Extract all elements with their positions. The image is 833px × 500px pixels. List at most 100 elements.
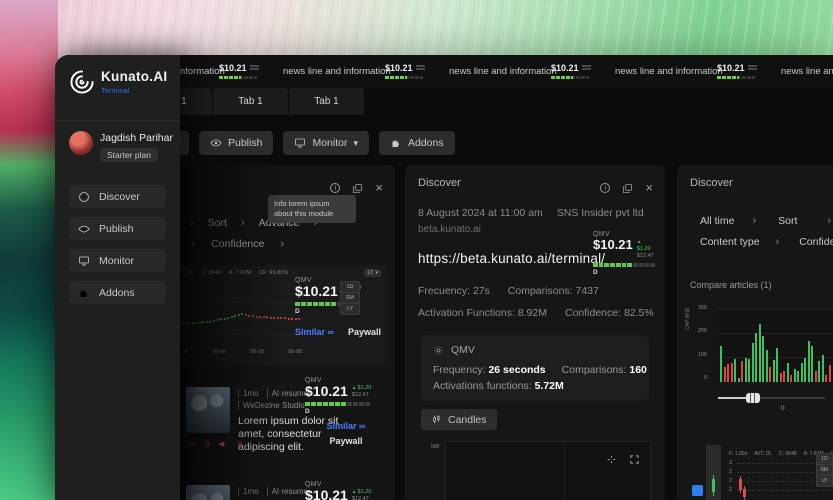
- sidebar-item-label: Discover: [99, 191, 140, 203]
- user-profile[interactable]: Jagdish Parihar Starter plan: [69, 131, 173, 163]
- qmv-progress-bar: [593, 263, 655, 267]
- article-thumbnail: [186, 485, 230, 500]
- addons-button[interactable]: Addons: [379, 131, 455, 155]
- sidebar-item-addons[interactable]: Addons: [69, 281, 166, 304]
- qmv-prev: $12.47: [352, 392, 371, 399]
- ticker-text: news line and information: [615, 66, 717, 77]
- sidebar-item-discover[interactable]: Discover: [69, 185, 166, 208]
- mini-y-tick: 2: [729, 478, 737, 484]
- qmv-unit: D: [305, 408, 387, 415]
- close-icon[interactable]: [375, 179, 383, 197]
- qmv-block: QMV $10.21 $1.20 $12.47: [305, 481, 387, 500]
- timeframe-menu: 1D 6M LY: [340, 281, 360, 315]
- metrics-row-2: Activation Functions: 8.92MConfidence: 8…: [418, 307, 654, 319]
- similar-link[interactable]: Similar: [327, 421, 366, 431]
- infinity-icon: [328, 327, 334, 337]
- x-axis-labels: 08-08 08-08 08-08 08-08: [174, 349, 302, 355]
- x-tick: 0: [781, 405, 785, 412]
- slider-handle[interactable]: [746, 393, 760, 403]
- screen: news line and information $10.21 news li…: [0, 0, 833, 500]
- mini-y-tick: 2: [729, 469, 737, 475]
- brand-name: Kunato.AI: [101, 69, 167, 84]
- candles-button[interactable]: Candles: [421, 409, 497, 430]
- brand-subtitle: Terminal: [101, 86, 167, 95]
- qmv-settings-card: QMV Frequency: 26 secondsComparisons: 16…: [421, 335, 649, 401]
- tab-3[interactable]: Tab 1: [289, 88, 364, 115]
- timeframe-option[interactable]: LY: [817, 476, 832, 486]
- mini-y-tick: 2: [729, 487, 737, 493]
- freq-value: 26 seconds: [488, 364, 545, 376]
- similar-link[interactable]: Similar: [295, 327, 334, 337]
- tab-2[interactable]: Tab 1: [213, 88, 288, 115]
- sidebar: Kunato.AI Terminal Jagdish Parihar Start…: [55, 55, 180, 500]
- paywall-link[interactable]: Paywall: [329, 436, 362, 446]
- popout-icon[interactable]: [622, 183, 633, 194]
- slider-track-active: [718, 397, 748, 399]
- panel-discover-detail: Discover 8 August 2024 at 11:00 amSNS In…: [405, 165, 665, 500]
- timeframe-option[interactable]: LY: [341, 304, 359, 314]
- red-candle: [739, 479, 742, 490]
- qmv-change: $1.20: [352, 489, 371, 496]
- info-icon[interactable]: [600, 183, 610, 193]
- info-icon[interactable]: [330, 183, 340, 193]
- chevron-right-icon: [280, 238, 284, 250]
- bar-series: [720, 309, 833, 382]
- gauge-icon[interactable]: [186, 439, 196, 449]
- user-name: Jagdish Parihar: [100, 132, 173, 144]
- timeframe-option[interactable]: 6M: [817, 465, 832, 476]
- y-tick: 300: [691, 305, 707, 311]
- filter-confidence[interactable]: Confidence: [799, 236, 833, 248]
- chevron-down-icon: [353, 138, 358, 149]
- ticker-item: news line and information $10.21: [615, 64, 759, 79]
- mini-candle-chart: F: 1.00s AVT: DL C: 9648 A: 7.87M CF: 2 …: [729, 445, 833, 500]
- timeframe-option[interactable]: 1D: [341, 282, 359, 293]
- ticker-text: news line and information: [781, 66, 833, 77]
- article-card[interactable]: 1mo AI resume QMV $10.21 $1.20 $12.47: [186, 477, 387, 500]
- mini-timeframe-menu: 1D 6M LY: [816, 453, 833, 487]
- ticker-item: news line and information $10.21: [283, 64, 427, 79]
- article-card[interactable]: 1mo AI resume WeDezine Studio Lorem ipsu…: [186, 375, 387, 481]
- chart-gridline: [564, 442, 565, 500]
- panel2-header-icons: [600, 179, 653, 197]
- filter-all-time[interactable]: All time: [700, 215, 734, 227]
- ticker-price: $10.21: [219, 64, 247, 73]
- stat-c: C: 9648: [779, 451, 797, 457]
- stat-a: A: 7.87M: [229, 270, 251, 276]
- candles-chart-area: 500: [445, 441, 651, 500]
- article-source-row: WeDezine Studio: [238, 401, 305, 410]
- timeframe-dropdown[interactable]: LT: [364, 269, 381, 277]
- ticker-mini-badge: [416, 65, 425, 70]
- timeframe-option[interactable]: 6M: [341, 293, 359, 304]
- fullscreen-icon[interactable]: [629, 454, 640, 465]
- publish-button[interactable]: Publish: [199, 131, 273, 155]
- chart-tools: [606, 454, 640, 465]
- monitor-button[interactable]: Monitor: [283, 131, 369, 155]
- filter-confidence[interactable]: Confidence: [211, 238, 264, 250]
- ticker-progress-bar: [385, 76, 423, 79]
- timeframe-option[interactable]: 1D: [817, 454, 832, 465]
- filter-content-type[interactable]: Content type: [700, 236, 760, 248]
- crosshair-icon[interactable]: [606, 454, 617, 465]
- ticker-progress-bar: [551, 76, 589, 79]
- eye-icon: [210, 137, 222, 149]
- qmv-price: $10.21: [305, 384, 348, 399]
- ticker-price: $10.21: [717, 64, 745, 73]
- sidebar-item-monitor[interactable]: Monitor: [69, 249, 166, 272]
- filter-sort[interactable]: Sort: [778, 215, 797, 227]
- range-slider: [718, 393, 825, 403]
- stat-cf: CF: 99.81%: [259, 270, 288, 276]
- article-url[interactable]: https://beta.kunato.ai/terminal/: [418, 251, 605, 266]
- compare-checkbox[interactable]: [692, 485, 703, 496]
- megaphone-icon[interactable]: [218, 439, 228, 449]
- popout-icon[interactable]: [352, 183, 363, 194]
- monitor-icon: [78, 255, 90, 267]
- chevron-right-icon: [190, 217, 194, 229]
- close-icon[interactable]: [645, 179, 653, 197]
- article-tag: AI resume: [267, 487, 308, 496]
- gear-icon[interactable]: [433, 345, 444, 356]
- panel-discover-feed: Info lorem ipsum about this module Sort …: [150, 165, 395, 500]
- paywall-link[interactable]: Paywall: [348, 327, 381, 337]
- sidebar-item-publish[interactable]: Publish: [69, 217, 166, 240]
- ticker-progress-bar: [219, 76, 257, 79]
- filter-sort[interactable]: Sort: [208, 217, 227, 229]
